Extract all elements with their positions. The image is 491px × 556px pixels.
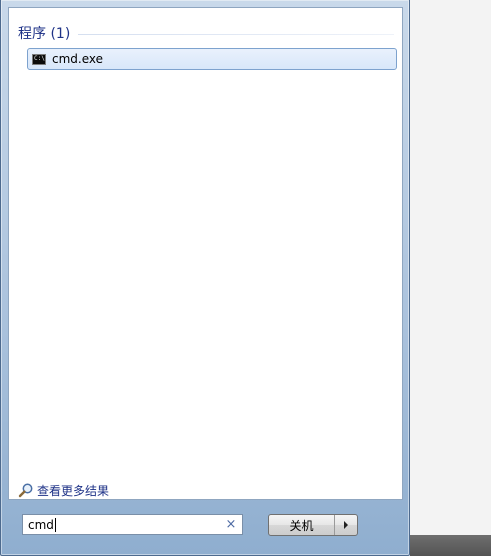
text-caret [54, 517, 56, 532]
result-item-cmd[interactable]: C:\ cmd.exe [27, 48, 397, 70]
result-item-label: cmd.exe [52, 52, 104, 66]
shutdown-button[interactable]: 关机 [269, 515, 334, 535]
shutdown-options-button[interactable] [334, 515, 357, 535]
cmd-icon: C:\ [32, 53, 46, 65]
search-box[interactable]: cmd × [22, 514, 243, 535]
magnifier-icon [18, 483, 33, 498]
search-results-pane: 程序 (1) C:\ cmd.exe 查看更多结果 [8, 7, 403, 500]
group-title[interactable]: 程序 (1) [18, 23, 78, 43]
cmd-icon-glyph: C:\ [34, 54, 45, 62]
clear-search-icon[interactable]: × [224, 516, 238, 534]
see-more-results-link[interactable]: 查看更多结果 [18, 481, 109, 499]
chevron-right-icon [344, 521, 348, 529]
group-header-programs: 程序 (1) [18, 23, 394, 43]
shutdown-split-button: 关机 [268, 514, 358, 536]
start-menu: 程序 (1) C:\ cmd.exe 查看更多结果 cmd × 关机 [0, 0, 410, 556]
taskbar-edge [410, 535, 491, 556]
see-more-label: 查看更多结果 [37, 483, 110, 498]
group-divider [78, 33, 394, 35]
search-input[interactable]: cmd [28, 518, 54, 532]
